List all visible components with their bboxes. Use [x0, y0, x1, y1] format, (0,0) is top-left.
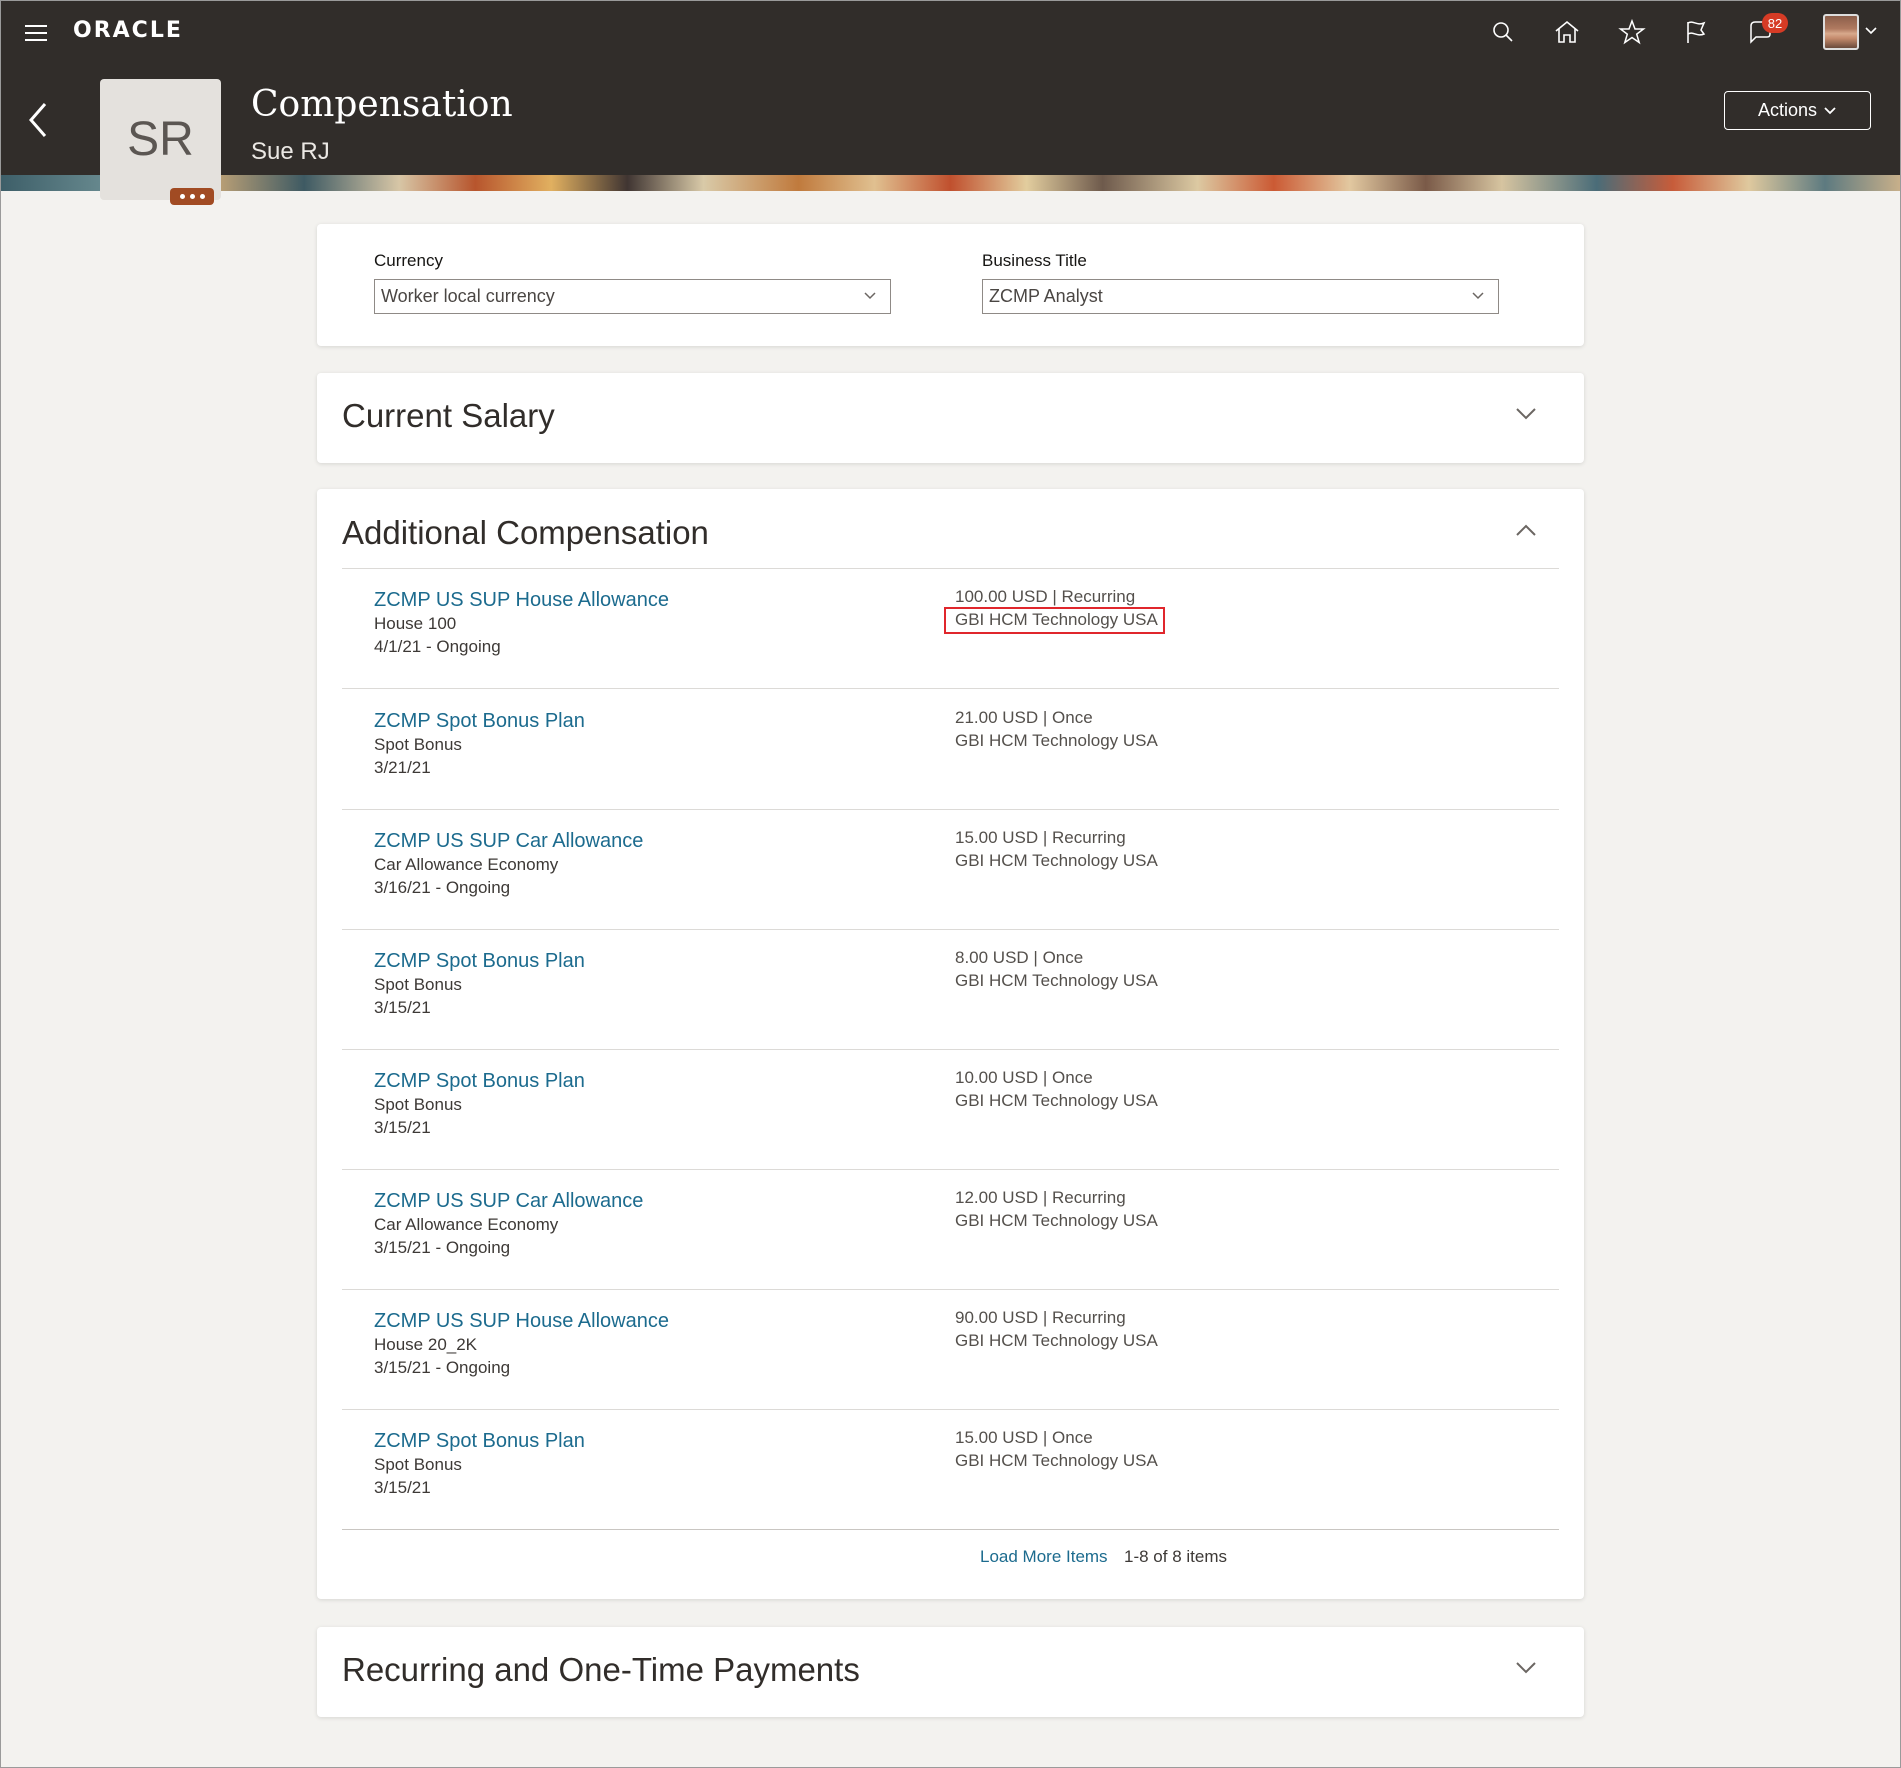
load-more-link[interactable]: Load More Items — [980, 1547, 1108, 1567]
date-range: 3/15/21 — [374, 1118, 431, 1137]
person-name: Sue RJ — [251, 138, 330, 165]
plan-link[interactable]: ZCMP US SUP House Allowance — [374, 1310, 669, 1333]
menu-icon[interactable] — [22, 18, 52, 48]
amount-frequency: 12.00 USD | Recurring — [955, 1188, 1126, 1207]
amount-frequency: 21.00 USD | Once — [955, 708, 1093, 727]
amount-frequency: 90.00 USD | Recurring — [955, 1308, 1126, 1327]
oracle-logo[interactable]: ORACLE — [73, 18, 183, 43]
legal-employer: GBI HCM Technology USA — [955, 1091, 1158, 1110]
search-icon[interactable] — [1483, 14, 1523, 50]
decorative-banner — [0, 175, 1901, 191]
component-name: Spot Bonus — [374, 1455, 462, 1474]
list-item: ZCMP US SUP Car Allowance Car Allowance E… — [342, 810, 1559, 930]
list-item: ZCMP US SUP Car Allowance Car Allowance E… — [342, 1170, 1559, 1290]
amount-frequency: 10.00 USD | Once — [955, 1068, 1093, 1087]
avatar: SR — [100, 79, 221, 200]
date-range: 3/16/21 - Ongoing — [374, 878, 511, 897]
recurring-payments-title[interactable]: Recurring and One-Time Payments — [342, 1651, 860, 1689]
business-title-label: Business Title — [982, 251, 1087, 270]
currency-label: Currency — [374, 251, 443, 270]
filters-card: Currency Worker local currency Business … — [317, 224, 1584, 346]
actions-button[interactable]: Actions — [1724, 91, 1871, 130]
plan-link[interactable]: ZCMP US SUP Car Allowance — [374, 1190, 643, 1213]
business-title-value: ZCMP Analyst — [989, 286, 1103, 306]
amount-frequency: 8.00 USD | Once — [955, 948, 1084, 967]
legal-employer: GBI HCM Technology USA — [955, 731, 1158, 750]
chevron-down-icon[interactable] — [1513, 1655, 1539, 1681]
home-icon[interactable] — [1547, 14, 1587, 50]
highlight-box — [944, 607, 1165, 634]
recurring-payments-card: Recurring and One-Time Payments — [317, 1627, 1584, 1717]
list-item: ZCMP Spot Bonus Plan Spot Bonus 3/15/21 10.… — [342, 1050, 1559, 1170]
component-name: Car Allowance Economy — [374, 855, 559, 874]
global-header: ORACLE 82 — [0, 0, 1901, 62]
amount-frequency: 100.00 USD | Recurring — [955, 587, 1136, 606]
plan-link[interactable]: ZCMP US SUP Car Allowance — [374, 830, 643, 853]
date-range: 3/15/21 — [374, 1478, 431, 1497]
date-range: 3/15/21 — [374, 998, 431, 1017]
component-name: House 20_2K — [374, 1335, 478, 1354]
amount-frequency: 15.00 USD | Once — [955, 1428, 1093, 1447]
legal-employer: GBI HCM Technology USA — [955, 1331, 1158, 1350]
chevron-down-icon — [1472, 292, 1484, 300]
date-range: 4/1/21 - Ongoing — [374, 637, 501, 656]
page-title: Compensation — [251, 84, 513, 125]
business-title-select[interactable]: ZCMP Analyst — [982, 279, 1499, 314]
additional-compensation-card: Additional Compensation ZCMP US SUP Hous… — [317, 489, 1584, 1599]
amount-frequency: 15.00 USD | Recurring — [955, 828, 1126, 847]
additional-compensation-title[interactable]: Additional Compensation — [342, 514, 709, 552]
component-name: Spot Bonus — [374, 735, 462, 754]
list-item: ZCMP Spot Bonus Plan Spot Bonus 3/21/21 21.… — [342, 690, 1559, 810]
list-item: ZCMP US SUP House Allowance House 20_2K 3/… — [342, 1290, 1559, 1410]
list-item: ZCMP Spot Bonus Plan Spot Bonus 3/15/21 8.0… — [342, 930, 1559, 1050]
plan-link[interactable]: ZCMP Spot Bonus Plan — [374, 710, 585, 733]
chevron-down-icon — [864, 292, 876, 300]
user-avatar[interactable] — [1823, 14, 1859, 50]
more-options-icon[interactable] — [170, 188, 214, 205]
list-item: ZCMP US SUP House Allowance House 100 4/1/… — [342, 569, 1559, 689]
chevron-up-icon[interactable] — [1513, 517, 1539, 543]
list-item: ZCMP Spot Bonus Plan Spot Bonus 3/15/21 15.… — [342, 1410, 1559, 1530]
favorites-icon[interactable] — [1612, 14, 1652, 50]
date-range: 3/21/21 — [374, 758, 431, 777]
currency-select[interactable]: Worker local currency — [374, 279, 891, 314]
legal-employer: GBI HCM Technology USA — [955, 1451, 1158, 1470]
legal-employer: GBI HCM Technology USA — [955, 851, 1158, 870]
plan-link[interactable]: ZCMP Spot Bonus Plan — [374, 1070, 585, 1093]
item-count: 1-8 of 8 items — [1124, 1547, 1227, 1566]
watchlist-icon[interactable] — [1676, 14, 1716, 50]
current-salary-card: Current Salary — [317, 373, 1584, 463]
current-salary-title[interactable]: Current Salary — [342, 397, 555, 435]
plan-link[interactable]: ZCMP Spot Bonus Plan — [374, 950, 585, 973]
date-range: 3/15/21 - Ongoing — [374, 1238, 511, 1257]
legal-employer: GBI HCM Technology USA — [955, 971, 1158, 990]
chevron-down-icon[interactable] — [1862, 22, 1880, 40]
component-name: House 100 — [374, 614, 457, 633]
legal-employer: GBI HCM Technology USA — [955, 1211, 1158, 1230]
currency-value: Worker local currency — [381, 286, 555, 306]
date-range: 3/15/21 - Ongoing — [374, 1358, 511, 1377]
chevron-down-icon[interactable] — [1513, 401, 1539, 427]
component-name: Spot Bonus — [374, 1095, 462, 1114]
component-name: Car Allowance Economy — [374, 1215, 559, 1234]
chevron-down-icon — [1824, 106, 1836, 114]
actions-label: Actions — [1757, 100, 1818, 120]
plan-link[interactable]: ZCMP US SUP House Allowance — [374, 589, 669, 612]
notification-badge: 82 — [1762, 13, 1788, 33]
back-icon[interactable] — [18, 98, 58, 142]
plan-link[interactable]: ZCMP Spot Bonus Plan — [374, 1430, 585, 1453]
component-name: Spot Bonus — [374, 975, 462, 994]
